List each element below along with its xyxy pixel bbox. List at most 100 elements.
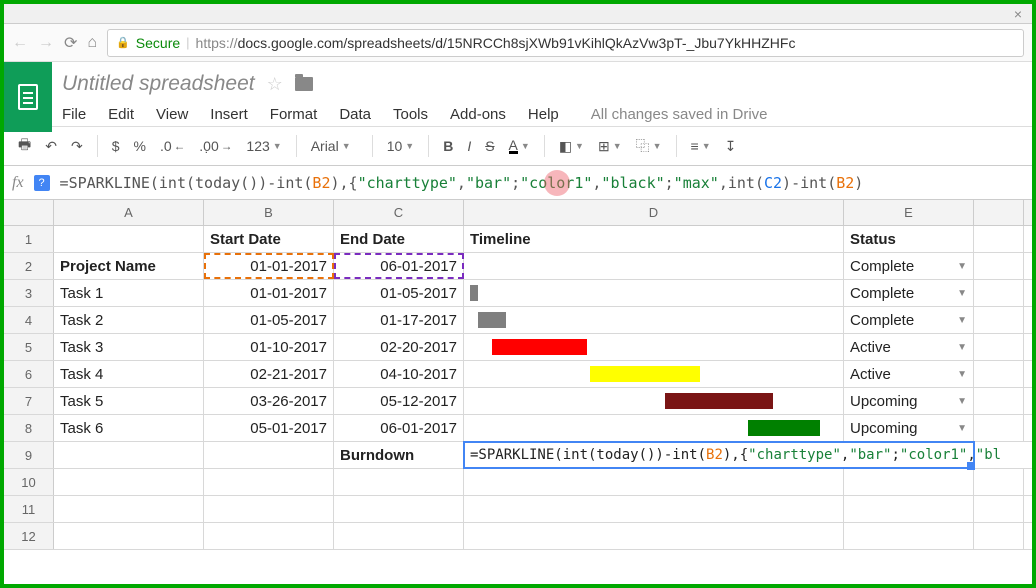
row-header[interactable]: 7 <box>4 388 54 414</box>
cell[interactable]: Status <box>844 226 974 252</box>
cell[interactable]: 01-17-2017 <box>334 307 464 333</box>
cell[interactable]: 01-05-2017 <box>334 280 464 306</box>
cell-sparkline[interactable] <box>464 415 844 441</box>
cell-status[interactable]: Complete▼ <box>844 307 974 333</box>
cell[interactable] <box>464 523 844 549</box>
cell[interactable] <box>974 415 1024 441</box>
font-family-select[interactable]: Arial▼ <box>307 136 362 156</box>
col-header-D[interactable]: D <box>464 200 844 225</box>
row-header[interactable]: 9 <box>4 442 54 468</box>
menu-data[interactable]: Data <box>339 106 371 123</box>
cell[interactable] <box>974 334 1024 360</box>
cell[interactable] <box>204 523 334 549</box>
cell[interactable]: Task 1 <box>54 280 204 306</box>
star-icon[interactable]: ☆ <box>267 74 283 95</box>
cell[interactable]: Start Date <box>204 226 334 252</box>
formula-text[interactable]: =SPARKLINE(int(today())-int(B2),{"chartt… <box>60 174 864 192</box>
cell[interactable]: Task 3 <box>54 334 204 360</box>
cell-status[interactable]: Upcoming▼ <box>844 415 974 441</box>
cell[interactable]: 02-20-2017 <box>334 334 464 360</box>
address-bar[interactable]: 🔒 Secure | https://docs.google.com/sprea… <box>107 29 1024 57</box>
cell[interactable] <box>974 469 1024 495</box>
cell-sparkline[interactable] <box>464 253 844 279</box>
cell[interactable] <box>464 469 844 495</box>
cell-sparkline[interactable] <box>464 361 844 387</box>
menu-add-ons[interactable]: Add-ons <box>450 106 506 123</box>
font-size-select[interactable]: 10▼ <box>383 136 419 156</box>
italic-button[interactable]: I <box>463 136 475 156</box>
cell[interactable] <box>334 523 464 549</box>
cell[interactable]: 03-26-2017 <box>204 388 334 414</box>
cell[interactable]: 01-10-2017 <box>204 334 334 360</box>
valign-button[interactable]: ↧ <box>721 136 741 157</box>
cell[interactable] <box>974 307 1024 333</box>
menu-view[interactable]: View <box>156 106 188 123</box>
cell[interactable] <box>54 469 204 495</box>
cell[interactable] <box>974 388 1024 414</box>
back-icon[interactable]: ← <box>12 34 28 52</box>
dropdown-icon[interactable]: ▼ <box>957 369 967 380</box>
fill-color-button[interactable]: ◧▼ <box>555 136 588 157</box>
text-color-button[interactable]: A▼ <box>505 137 534 156</box>
cell-status[interactable]: Active▼ <box>844 361 974 387</box>
halign-button[interactable]: ≡▼ <box>687 136 715 156</box>
undo-icon[interactable]: ↶ <box>41 136 61 157</box>
row-header[interactable]: 12 <box>4 523 54 549</box>
cell[interactable]: 06-01-2017 <box>334 415 464 441</box>
col-header-B[interactable]: B <box>204 200 334 225</box>
row-header[interactable]: 5 <box>4 334 54 360</box>
cell[interactable] <box>54 496 204 522</box>
cell[interactable] <box>204 496 334 522</box>
decrease-decimal[interactable]: .0← <box>156 136 189 156</box>
row-header[interactable]: 8 <box>4 415 54 441</box>
reload-icon[interactable]: ⟳ <box>64 33 77 53</box>
cell[interactable] <box>974 226 1024 252</box>
cell-editing[interactable]: =SPARKLINE(int(today())-int(B2),{"chartt… <box>464 442 974 468</box>
col-header-blank[interactable] <box>974 200 1024 225</box>
cell-sparkline[interactable] <box>464 388 844 414</box>
cell[interactable] <box>204 442 334 468</box>
cell[interactable]: Project Name <box>54 253 204 279</box>
cell[interactable]: Timeline <box>464 226 844 252</box>
cell[interactable]: Task 5 <box>54 388 204 414</box>
row-header[interactable]: 3 <box>4 280 54 306</box>
cell[interactable]: 05-12-2017 <box>334 388 464 414</box>
menu-insert[interactable]: Insert <box>210 106 248 123</box>
select-all-corner[interactable] <box>4 200 54 225</box>
spreadsheet-grid[interactable]: A B C D E 1 Start Date End Date Timeline… <box>4 200 1032 550</box>
cell[interactable] <box>974 280 1024 306</box>
folder-icon[interactable] <box>295 77 313 91</box>
cell[interactable] <box>974 361 1024 387</box>
col-header-C[interactable]: C <box>334 200 464 225</box>
cell-status[interactable]: Upcoming▼ <box>844 388 974 414</box>
cell[interactable] <box>204 469 334 495</box>
increase-decimal[interactable]: .0̣0→ <box>195 136 236 156</box>
cell[interactable]: Task 6 <box>54 415 204 441</box>
cell[interactable] <box>334 469 464 495</box>
cell[interactable]: 06-01-2017 <box>334 253 464 279</box>
sheets-logo[interactable] <box>4 62 52 132</box>
menu-format[interactable]: Format <box>270 106 318 123</box>
cell[interactable] <box>844 496 974 522</box>
format-currency[interactable]: $ <box>108 136 124 156</box>
cell[interactable]: 02-21-2017 <box>204 361 334 387</box>
cell-status[interactable]: Complete▼ <box>844 253 974 279</box>
cell[interactable]: Burndown <box>334 442 464 468</box>
cell[interactable] <box>464 496 844 522</box>
number-format[interactable]: 123▼ <box>242 136 285 156</box>
menu-tools[interactable]: Tools <box>393 106 428 123</box>
cell[interactable] <box>974 496 1024 522</box>
cell[interactable]: 01-05-2017 <box>204 307 334 333</box>
doc-title[interactable]: Untitled spreadsheet <box>62 72 255 96</box>
dropdown-icon[interactable]: ▼ <box>957 423 967 434</box>
cell[interactable] <box>54 226 204 252</box>
cell[interactable] <box>334 496 464 522</box>
cell-sparkline[interactable] <box>464 334 844 360</box>
format-percent[interactable]: % <box>129 136 149 156</box>
merge-button[interactable]: ⿻▼ <box>632 134 666 158</box>
cell[interactable]: 05-01-2017 <box>204 415 334 441</box>
tab-close-icon[interactable]: × <box>1014 6 1022 22</box>
home-icon[interactable]: ⌂ <box>87 34 97 52</box>
menu-help[interactable]: Help <box>528 106 559 123</box>
cell-sparkline[interactable] <box>464 280 844 306</box>
